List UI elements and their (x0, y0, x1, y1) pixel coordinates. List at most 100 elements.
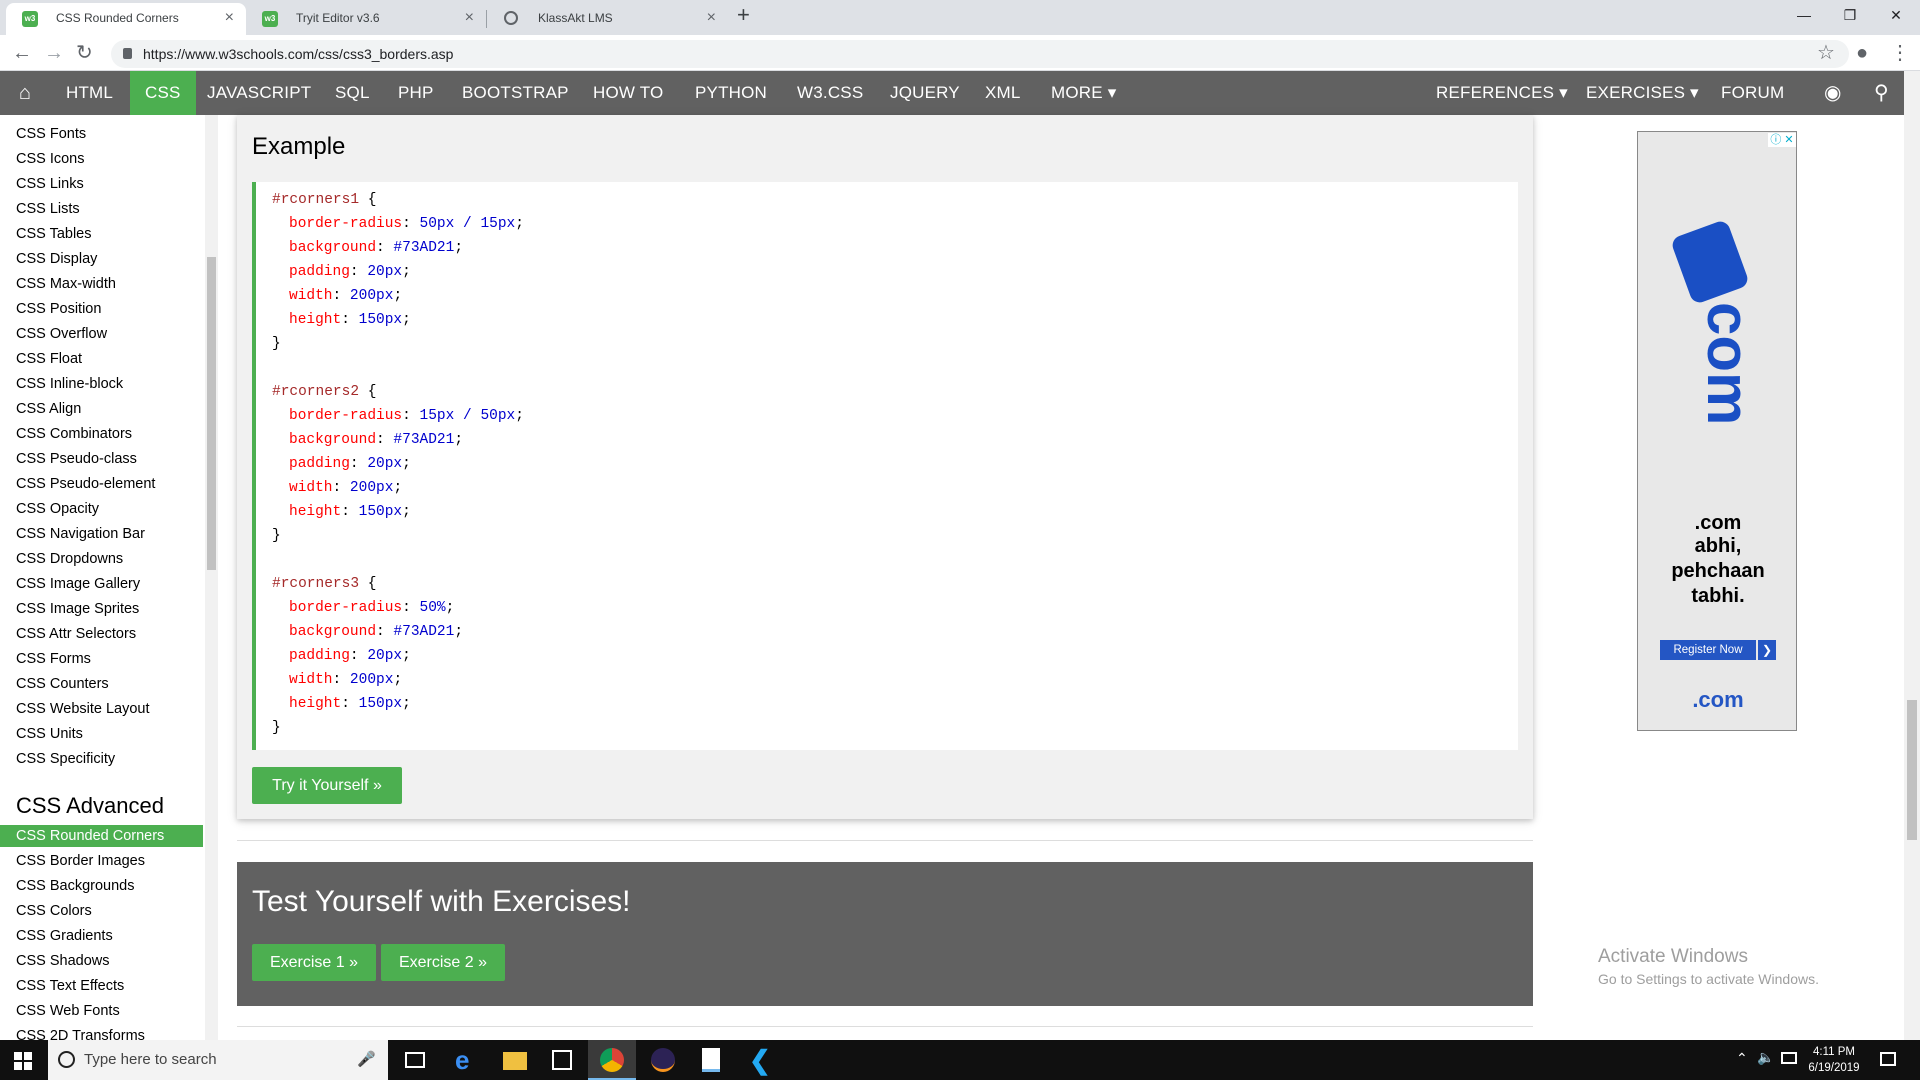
new-tab-button[interactable]: + (737, 2, 750, 28)
taskbar-search[interactable]: Type here to search 🎤 (48, 1040, 388, 1080)
sidebar-item[interactable]: CSS Border Images (16, 853, 145, 869)
sidebar-item[interactable]: CSS Links (16, 176, 84, 192)
sidebar-item[interactable]: CSS Float (16, 351, 82, 367)
exercise-1-button[interactable]: Exercise 1 » (252, 944, 376, 981)
advertisement[interactable]: ⓘ ✕ com .com abhi, pehchaan tabhi. Regis… (1637, 131, 1797, 731)
sidebar-item[interactable]: CSS Inline-block (16, 376, 123, 392)
close-tab-icon[interactable]: × (465, 3, 474, 33)
nav-bootstrap[interactable]: BOOTSTRAP (447, 71, 584, 115)
chevron-right-icon[interactable]: ❯ (1758, 640, 1776, 660)
sidebar-item[interactable]: CSS Position (16, 301, 101, 317)
taskbar-search-placeholder: Type here to search (84, 1051, 217, 1068)
sidebar-item[interactable]: CSS Align (16, 401, 81, 417)
nav-exercises[interactable]: EXERCISES ▾ (1571, 71, 1714, 115)
sidebar-item[interactable]: CSS Image Gallery (16, 576, 140, 592)
file-explorer-icon[interactable] (503, 1052, 527, 1070)
chrome-icon[interactable] (600, 1048, 624, 1072)
exercise-2-button[interactable]: Exercise 2 » (381, 944, 505, 981)
sidebar-item[interactable]: CSS Tables (16, 226, 92, 242)
try-it-yourself-button[interactable]: Try it Yourself » (252, 767, 402, 804)
nav-sql[interactable]: SQL (320, 71, 385, 115)
page-scrollbar[interactable] (1904, 71, 1920, 1040)
sidebar-item[interactable]: CSS Attr Selectors (16, 626, 136, 642)
taskbar-clock[interactable]: 4:11 PM 6/19/2019 (1806, 1044, 1862, 1076)
ad-info-icon[interactable]: ⓘ ✕ (1768, 133, 1796, 147)
sidebar-item[interactable]: CSS Website Layout (16, 701, 150, 717)
sidebar-item[interactable]: CSS Opacity (16, 501, 99, 517)
browser-tab[interactable]: w3 Tryit Editor v3.6 × (246, 3, 486, 35)
sidebar-item[interactable]: CSS Icons (16, 151, 85, 167)
close-window-button[interactable]: ✕ (1873, 0, 1919, 30)
store-icon[interactable] (552, 1050, 572, 1070)
sidebar-item[interactable]: CSS Max-width (16, 276, 116, 292)
sidebar-item[interactable]: CSS Counters (16, 676, 109, 692)
browser-tab[interactable]: KlassAkt LMS × (488, 3, 728, 35)
nav-how-to[interactable]: HOW TO (578, 71, 678, 115)
nav-more[interactable]: MORE ▾ (1036, 71, 1131, 115)
sidebar-item[interactable]: CSS Shadows (16, 953, 110, 969)
nav-jquery[interactable]: JQUERY (875, 71, 975, 115)
nav-javascript[interactable]: JAVASCRIPT (192, 71, 326, 115)
nav-forum[interactable]: FORUM (1706, 71, 1799, 115)
menu-icon[interactable]: ⋮ (1890, 41, 1910, 65)
sidebar-item[interactable]: CSS Dropdowns (16, 551, 123, 567)
sidebar-item[interactable]: CSS 2D Transforms (16, 1028, 145, 1040)
code-selector: #rcorners3 (272, 576, 360, 592)
sidebar-item[interactable]: CSS Combinators (16, 426, 132, 442)
eclipse-icon[interactable] (651, 1048, 675, 1072)
sidebar-item[interactable]: CSS Backgrounds (16, 878, 134, 894)
sidebar-item[interactable]: CSS Gradients (16, 928, 113, 944)
globe-icon[interactable]: ◉ (1809, 71, 1857, 115)
browser-tab-active[interactable]: w3 CSS Rounded Corners × (6, 3, 246, 35)
nav-w3css[interactable]: W3.CSS (782, 71, 878, 115)
volume-icon[interactable]: 🔈 (1757, 1049, 1774, 1066)
sidebar-item[interactable]: CSS Overflow (16, 326, 107, 342)
sidebar-scroll-thumb[interactable] (207, 257, 216, 570)
home-icon[interactable]: ⌂ (0, 71, 50, 115)
edge-icon[interactable]: e (455, 1047, 479, 1073)
nav-python[interactable]: PYTHON (680, 71, 782, 115)
nav-html[interactable]: HTML (51, 71, 128, 115)
nav-references[interactable]: REFERENCES ▾ (1421, 71, 1583, 115)
nav-css[interactable]: CSS (130, 71, 196, 115)
reload-icon[interactable]: ↻ (76, 41, 93, 65)
sidebar-item[interactable]: CSS Specificity (16, 751, 115, 767)
windows-start-icon[interactable] (14, 1052, 32, 1070)
ad-register-button[interactable]: Register Now (1660, 640, 1756, 660)
url-field[interactable]: https://www.w3schools.com/css/css3_borde… (111, 40, 1849, 68)
bookmark-star-icon[interactable]: ☆ (1817, 41, 1835, 65)
profile-icon[interactable]: ● (1856, 41, 1868, 65)
sidebar-item[interactable]: CSS Fonts (16, 126, 86, 142)
sidebar-scrollbar[interactable] (205, 115, 218, 1040)
document-icon[interactable] (702, 1048, 720, 1072)
back-icon[interactable]: ← (12, 41, 32, 65)
forward-icon[interactable]: → (44, 41, 64, 65)
page-scroll-thumb[interactable] (1907, 700, 1917, 840)
nav-php[interactable]: PHP (383, 71, 449, 115)
close-tab-icon[interactable]: × (707, 3, 716, 33)
tray-chevron-up-icon[interactable]: ⌃ (1736, 1050, 1748, 1067)
sidebar-item[interactable]: CSS Image Sprites (16, 601, 139, 617)
sidebar-item[interactable]: CSS Units (16, 726, 83, 742)
maximize-button[interactable]: ❐ (1827, 0, 1873, 30)
sidebar-item[interactable]: CSS Lists (16, 201, 80, 217)
minimize-button[interactable]: — (1781, 0, 1827, 30)
vscode-icon[interactable]: ❮ (749, 1047, 773, 1073)
sidebar-item[interactable]: CSS Display (16, 251, 97, 267)
sidebar-item[interactable]: CSS Text Effects (16, 978, 124, 994)
notifications-icon[interactable] (1880, 1052, 1896, 1066)
microphone-icon[interactable]: 🎤 (357, 1040, 376, 1080)
nav-xml[interactable]: XML (970, 71, 1036, 115)
sidebar-item[interactable]: CSS Forms (16, 651, 91, 667)
network-icon[interactable] (1781, 1052, 1797, 1064)
task-view-icon[interactable] (405, 1052, 425, 1068)
sidebar-item-active[interactable]: CSS Rounded Corners (0, 825, 203, 847)
sidebar-item[interactable]: CSS Pseudo-element (16, 476, 155, 492)
sidebar-item[interactable]: CSS Navigation Bar (16, 526, 145, 542)
sidebar-item[interactable]: CSS Pseudo-class (16, 451, 137, 467)
search-icon[interactable]: ⚲ (1859, 71, 1904, 115)
code-value: 150px (358, 504, 403, 520)
sidebar-item[interactable]: CSS Colors (16, 903, 92, 919)
sidebar-item[interactable]: CSS Web Fonts (16, 1003, 120, 1019)
close-tab-icon[interactable]: × (225, 3, 234, 33)
